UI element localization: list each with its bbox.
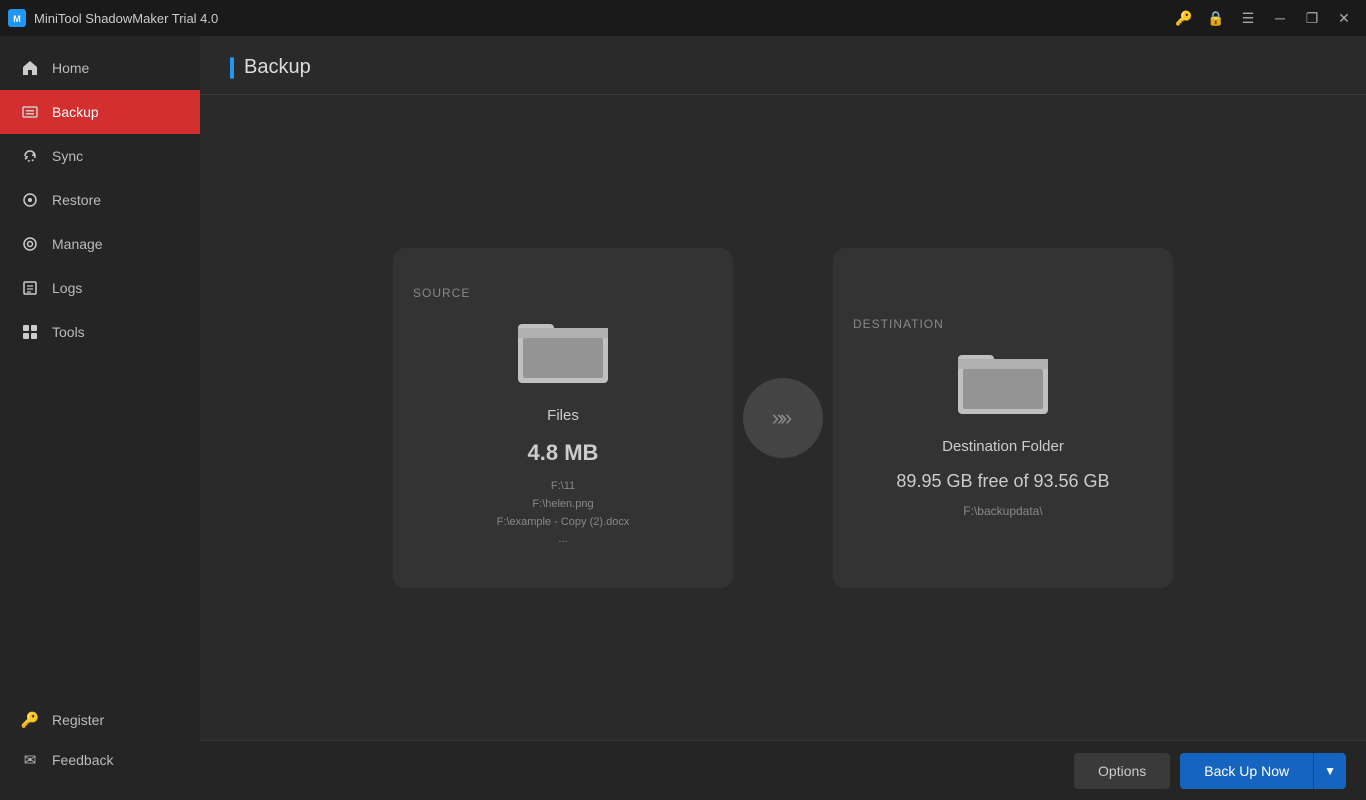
minimize-button[interactable]: ─ xyxy=(1266,4,1294,32)
tools-icon xyxy=(20,322,40,342)
sidebar-item-restore[interactable]: Restore xyxy=(0,178,200,222)
logs-label: Logs xyxy=(52,280,82,296)
sidebar-item-logs[interactable]: Logs xyxy=(0,266,200,310)
app-title: MiniTool ShadowMaker Trial 4.0 xyxy=(34,11,218,26)
dest-type: Destination Folder xyxy=(942,438,1064,455)
sidebar-item-feedback[interactable]: ✉ Feedback xyxy=(0,740,200,780)
key-icon[interactable]: 🔑 xyxy=(1170,4,1198,32)
header-accent xyxy=(230,57,234,79)
manage-label: Manage xyxy=(52,236,103,252)
backup-label: Backup xyxy=(52,104,99,120)
home-label: Home xyxy=(52,60,89,76)
sidebar-item-home[interactable]: Home xyxy=(0,46,200,90)
page-title: Backup xyxy=(244,56,311,79)
titlebar-controls: 🔑 🔒 ☰ ─ ❐ ✕ xyxy=(1170,4,1358,32)
arrow-icon: »» xyxy=(772,405,794,431)
lock-icon[interactable]: 🔒 xyxy=(1202,4,1230,32)
sidebar-item-backup[interactable]: Backup xyxy=(0,90,200,134)
dest-free: 89.95 GB free of 93.56 GB xyxy=(896,471,1109,492)
register-label: Register xyxy=(52,712,104,728)
sidebar-item-register[interactable]: 🔑 Register xyxy=(0,700,200,740)
sync-label: Sync xyxy=(52,148,83,164)
source-type: Files xyxy=(547,407,579,424)
feedback-label: Feedback xyxy=(52,752,113,768)
svg-text:M: M xyxy=(13,14,21,24)
dropdown-arrow-icon: ▼ xyxy=(1324,764,1336,778)
cards-area: SOURCE Files 4.8 MB F:\11F:\helen.pngF:\… xyxy=(200,95,1366,740)
close-button[interactable]: ✕ xyxy=(1330,4,1358,32)
source-folder-icon xyxy=(518,316,608,391)
restore-icon xyxy=(20,190,40,210)
content-area: Backup SOURCE Files xyxy=(200,36,1366,800)
tools-label: Tools xyxy=(52,324,85,340)
options-button[interactable]: Options xyxy=(1074,753,1170,789)
dest-path: F:\backupdata\ xyxy=(963,504,1042,518)
source-size: 4.8 MB xyxy=(528,440,599,466)
main-layout: Home Backup Sync Restore Manage Logs Too… xyxy=(0,36,1366,800)
sidebar: Home Backup Sync Restore Manage Logs Too… xyxy=(0,36,200,800)
titlebar-left: M MiniTool ShadowMaker Trial 4.0 xyxy=(8,9,218,27)
home-icon xyxy=(20,58,40,78)
source-card[interactable]: SOURCE Files 4.8 MB F:\11F:\helen.pngF:\… xyxy=(393,248,733,588)
sidebar-item-tools[interactable]: Tools xyxy=(0,310,200,354)
app-logo: M xyxy=(8,9,26,27)
manage-icon xyxy=(20,234,40,254)
source-files: F:\11F:\helen.pngF:\example - Copy (2).d… xyxy=(497,478,630,548)
sidebar-item-manage[interactable]: Manage xyxy=(0,222,200,266)
nav-items: Home Backup Sync Restore Manage Logs Too… xyxy=(0,46,200,354)
backup-now-button[interactable]: Back Up Now xyxy=(1180,753,1313,789)
backup-icon xyxy=(20,102,40,122)
logs-icon xyxy=(20,278,40,298)
backup-button-group: Back Up Now ▼ xyxy=(1180,753,1346,789)
sync-icon xyxy=(20,146,40,166)
page-header: Backup xyxy=(200,36,1366,95)
restore-label: Restore xyxy=(52,192,101,208)
arrow-divider: »» xyxy=(743,378,823,458)
backup-dropdown-button[interactable]: ▼ xyxy=(1313,753,1346,789)
feedback-icon: ✉ xyxy=(20,750,40,770)
register-icon: 🔑 xyxy=(20,710,40,730)
sidebar-bottom: 🔑 Register ✉ Feedback xyxy=(0,700,200,800)
dest-folder-icon xyxy=(958,347,1048,422)
destination-card[interactable]: DESTINATION Destination Folder 89.95 GB … xyxy=(833,248,1173,588)
menu-icon[interactable]: ☰ xyxy=(1234,4,1262,32)
restore-button[interactable]: ❐ xyxy=(1298,4,1326,32)
sidebar-item-sync[interactable]: Sync xyxy=(0,134,200,178)
source-label: SOURCE xyxy=(413,286,470,300)
titlebar: M MiniTool ShadowMaker Trial 4.0 🔑 🔒 ☰ ─… xyxy=(0,0,1366,36)
dest-label: DESTINATION xyxy=(853,317,944,331)
footer: Options Back Up Now ▼ xyxy=(200,740,1366,800)
